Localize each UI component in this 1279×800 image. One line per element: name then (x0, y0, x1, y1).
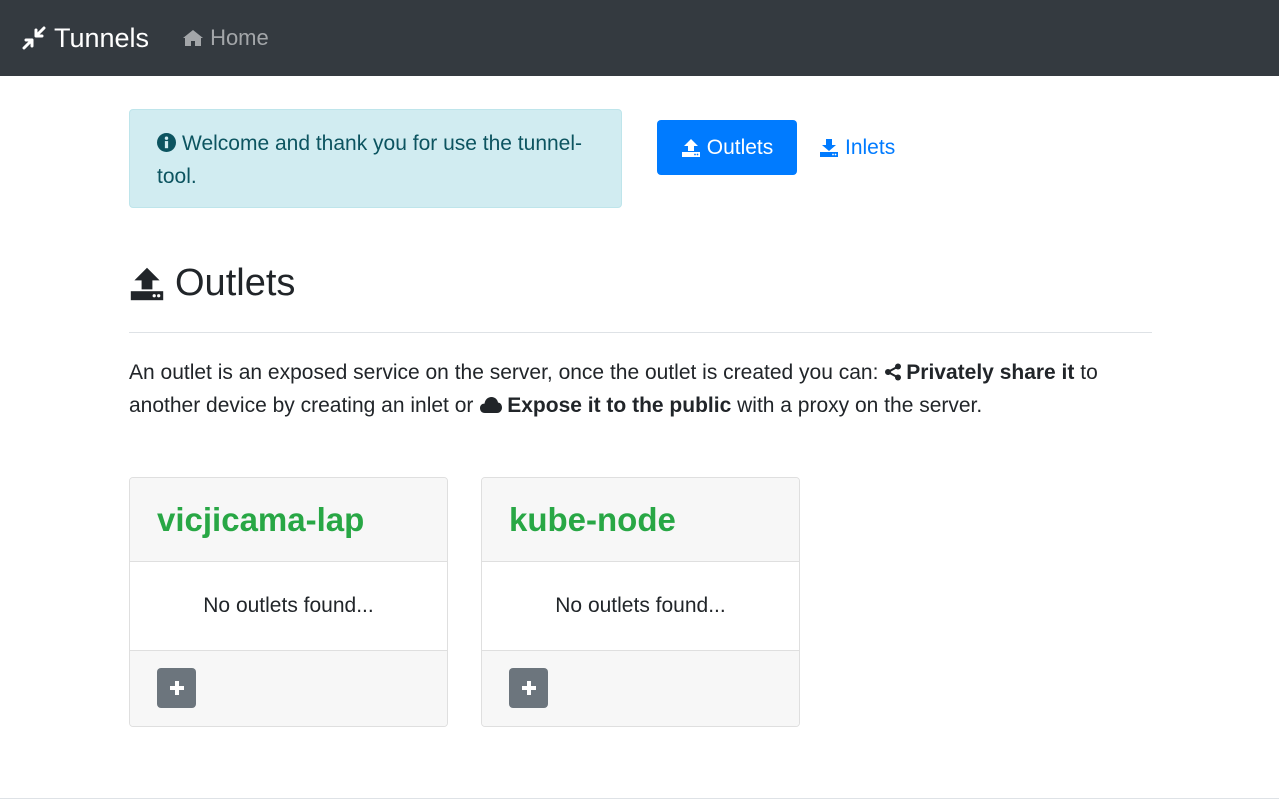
top-navbar: Tunnels Home (0, 0, 1279, 76)
brand-label: Tunnels (54, 22, 150, 53)
plus-icon (521, 681, 536, 695)
info-circle-icon (157, 133, 176, 152)
brand-link[interactable]: Tunnels (22, 23, 149, 54)
home-icon (183, 30, 204, 46)
nav-home-link[interactable]: Home (182, 25, 269, 51)
upload-icon (130, 267, 164, 300)
add-outlet-button[interactable] (157, 668, 196, 708)
page-title-label: Outlets (175, 262, 296, 304)
description-part3: with a proxy on the server. (737, 394, 983, 417)
node-name: kube-node (482, 478, 799, 562)
welcome-alert: Welcome and thank you for use the tunnel… (129, 109, 622, 208)
inlets-button[interactable]: Inlets (819, 120, 895, 175)
welcome-text: Welcome and thank you for use the tunnel… (157, 132, 583, 188)
card-footer (130, 651, 447, 726)
add-outlet-button[interactable] (509, 668, 548, 708)
node-card: vicjicama-lap No outlets found... (129, 477, 448, 727)
download-icon (820, 138, 838, 157)
share-label: Privately share it (906, 361, 1075, 384)
card-footer (482, 651, 799, 726)
nav-home-label: Home (210, 25, 269, 50)
outlets-button-label: Outlets (706, 135, 774, 159)
plus-icon (169, 681, 184, 695)
empty-outlets-text: No outlets found... (130, 562, 447, 651)
page-title: Outlets (129, 262, 295, 305)
empty-outlets-text: No outlets found... (482, 562, 799, 651)
compress-arrows-icon (22, 26, 46, 50)
node-card: kube-node No outlets found... (481, 477, 800, 727)
cloud-icon (480, 397, 503, 413)
description-part1: An outlet is an exposed service on the s… (129, 361, 879, 384)
footer-divider (0, 798, 1279, 799)
upload-icon (681, 138, 700, 157)
share-icon (885, 363, 902, 381)
section-description: An outlet is an exposed service on the s… (129, 356, 1159, 422)
inlets-button-label: Inlets (845, 135, 896, 159)
outlets-button[interactable]: Outlets (657, 120, 797, 175)
title-divider (129, 332, 1152, 333)
node-name: vicjicama-lap (130, 478, 447, 562)
expose-label: Expose it to the public (507, 394, 732, 417)
